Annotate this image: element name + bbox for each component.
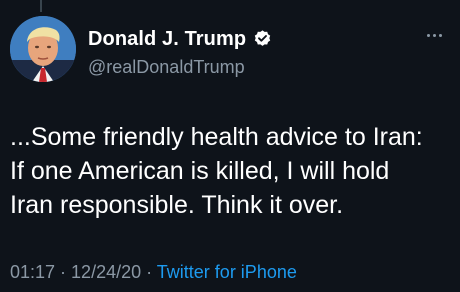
verified-badge-icon (252, 29, 273, 50)
tweet-text-line: ...Some friendly health advice to Iran: (10, 123, 423, 151)
meta-separator: · (55, 262, 72, 282)
more-options-icon[interactable] (427, 34, 442, 37)
author-handle[interactable]: @realDonaldTrump (88, 57, 245, 78)
tweet-text: ...Some friendly health advice to Iran: … (10, 120, 456, 222)
tweet-source-link[interactable]: Twitter for iPhone (157, 262, 297, 282)
tweet-date[interactable]: 12/24/20 (71, 262, 141, 282)
tweet-text-line: If one American is killed, I will hold (10, 157, 390, 185)
avatar-image (10, 16, 76, 82)
thread-connector-line (40, 0, 42, 12)
author-display-name[interactable]: Donald J. Trump (88, 28, 246, 51)
meta-separator: · (141, 262, 157, 282)
avatar[interactable] (10, 16, 76, 82)
tweet-card: Donald J. Trump @realDonaldTrump ...Some… (0, 0, 460, 292)
tweet-time[interactable]: 01:17 (10, 262, 55, 282)
author-name-row: Donald J. Trump (88, 28, 273, 51)
tweet-metadata: 01:17 · 12/24/20 · Twitter for iPhone (10, 262, 297, 283)
tweet-text-line: Iran responsible. Think it over. (10, 191, 344, 219)
